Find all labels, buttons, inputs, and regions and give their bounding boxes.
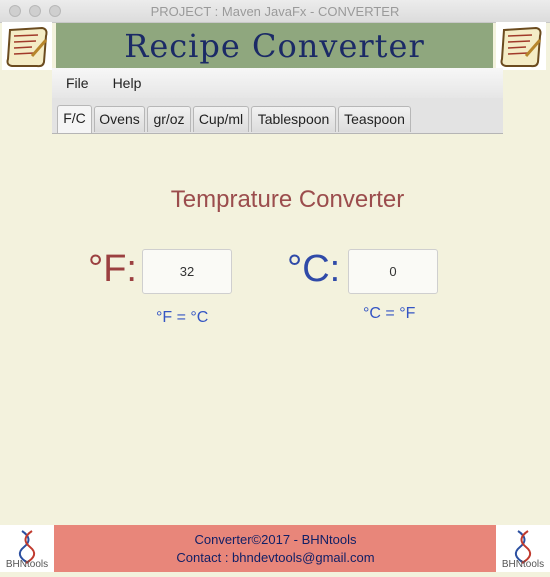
window-title: PROJECT : Maven JavaFx - CONVERTER: [150, 4, 400, 19]
header-banner: Recipe Converter: [56, 23, 493, 69]
fahrenheit-formula: °F = °C: [156, 309, 209, 326]
tab-teaspoon[interactable]: Teaspoon: [338, 106, 411, 132]
bhntools-logo: BHNtools: [496, 525, 550, 572]
tab-tablespoon[interactable]: Tablespoon: [251, 106, 336, 132]
logo-text: BHNtools: [501, 559, 545, 570]
footer-copyright: Converter©2017 - BHNtools: [194, 532, 357, 547]
celsius-label: °C:: [287, 248, 341, 290]
fahrenheit-label: °F:: [88, 248, 137, 290]
footer: Converter©2017 - BHNtools Contact : bhnd…: [54, 525, 497, 572]
celsius-input[interactable]: [348, 249, 438, 294]
celsius-formula: °C = °F: [363, 305, 416, 322]
tab-grams-ounces[interactable]: gr/oz: [147, 106, 191, 132]
tab-fahrenheit-celsius[interactable]: F/C: [57, 105, 92, 133]
app-title: Recipe Converter: [124, 27, 425, 65]
bhntools-logo: BHNtools: [0, 525, 54, 572]
menu-bar: File Help: [52, 68, 503, 99]
tab-strip: F/C Ovens gr/oz Cup/ml Tablespoon Teaspo…: [52, 98, 503, 134]
window-titlebar: PROJECT : Maven JavaFx - CONVERTER: [0, 0, 550, 23]
logo-text: BHNtools: [5, 559, 49, 570]
fahrenheit-input[interactable]: [142, 249, 232, 294]
footer-contact: Contact : bhndevtools@gmail.com: [176, 550, 375, 565]
converter-title: Temprature Converter: [170, 186, 405, 213]
recipe-scroll-icon: [496, 22, 546, 70]
menu-file[interactable]: File: [56, 75, 99, 91]
recipe-scroll-icon: [2, 22, 52, 70]
tab-ovens[interactable]: Ovens: [94, 106, 145, 132]
tab-cup-ml[interactable]: Cup/ml: [193, 106, 249, 132]
menu-help[interactable]: Help: [103, 75, 152, 91]
